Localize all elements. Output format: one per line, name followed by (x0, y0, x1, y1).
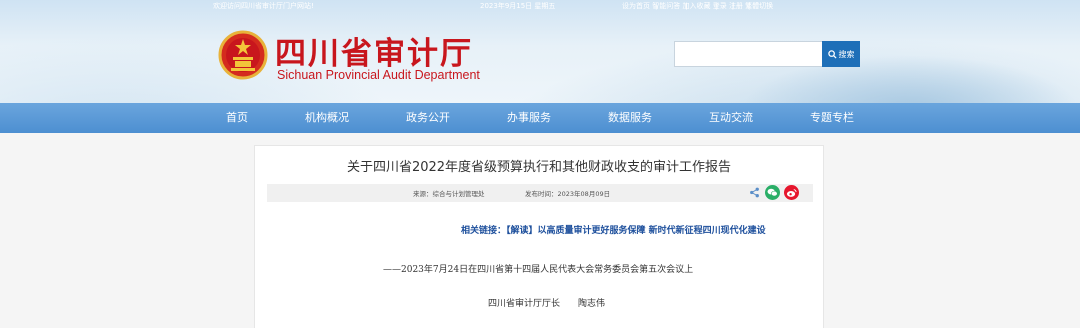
header-banner: 欢迎访问四川省审计厅门户网站! 2023年9月15日 星期五 设为首页 | 智能问… (0, 0, 1080, 103)
site-subtitle: Sichuan Provincial Audit Department (277, 68, 480, 82)
share-weibo-button[interactable] (784, 185, 799, 200)
nav-item-data-services[interactable]: 数据服务 (608, 103, 652, 133)
author-name: 陶志伟 (578, 299, 606, 309)
article-title: 关于四川省2022年度省级预算执行和其他财政收支的审计工作报告 (346, 160, 732, 175)
nav-item-interaction[interactable]: 互动交流 (709, 103, 753, 133)
current-date: 2023年9月15日 星期五 (480, 2, 556, 10)
related-links-label: 相关链接： (461, 226, 507, 236)
related-links: 相关链接：【解读】以高质量审计更好服务保障 新时代新征程四川现代化建设 (461, 223, 766, 236)
top-bar: 欢迎访问四川省审计厅门户网站! 2023年9月15日 星期五 设为首页 | 智能问… (0, 0, 1080, 11)
site-title[interactable]: 四川省审计厅 (275, 28, 473, 73)
article-publish-date: 发布时间：2023年08月09日 (525, 190, 611, 198)
search-button[interactable]: 搜索 (822, 41, 860, 67)
article-container: 关于四川省2022年度省级预算执行和其他财政收支的审计工作报告 来源：综合与计划… (254, 145, 824, 328)
nav-item-services[interactable]: 办事服务 (507, 103, 551, 133)
nav-item-government-affairs[interactable]: 政务公开 (406, 103, 450, 133)
national-emblem-icon[interactable] (218, 30, 268, 80)
article-author: 四川省审计厅厅长 陶志伟 (488, 296, 605, 309)
share-wechat-button[interactable] (765, 185, 780, 200)
search-icon (827, 49, 837, 59)
article-source: 来源：综合与计划管理处 (413, 190, 485, 198)
article-subtitle: ——2023年7月24日在四川省第十四届人民代表大会常务委员会第五次会议上 (383, 265, 694, 275)
main-nav: 首页 机构概况 政务公开 办事服务 数据服务 互动交流 专题专栏 (0, 103, 1080, 133)
search-button-label: 搜索 (838, 49, 855, 59)
wechat-icon (767, 188, 778, 197)
nav-item-organization[interactable]: 机构概况 (305, 103, 349, 133)
set-homepage-link[interactable]: 设为首页 (622, 2, 650, 10)
top-links: 设为首页 | 智能问答 | 加入收藏 | 登录 | 注册 | 繁體切换 (622, 2, 774, 10)
nav-item-home[interactable]: 首页 (226, 103, 248, 133)
related-link-interpretation[interactable]: 【解读】以高质量审计更好服务保障 新时代新征程四川现代化建设 (506, 226, 766, 236)
weibo-icon (786, 188, 797, 197)
search-input[interactable] (674, 41, 824, 67)
share-icon (750, 187, 759, 198)
share-button[interactable] (747, 185, 762, 200)
author-title: 四川省审计厅厅长 (488, 299, 561, 309)
nav-item-special-topics[interactable]: 专题专栏 (810, 103, 854, 133)
welcome-text: 欢迎访问四川省审计厅门户网站! (213, 2, 314, 10)
article-meta-bar: 来源：综合与计划管理处 发布时间：2023年08月09日 (267, 184, 813, 202)
